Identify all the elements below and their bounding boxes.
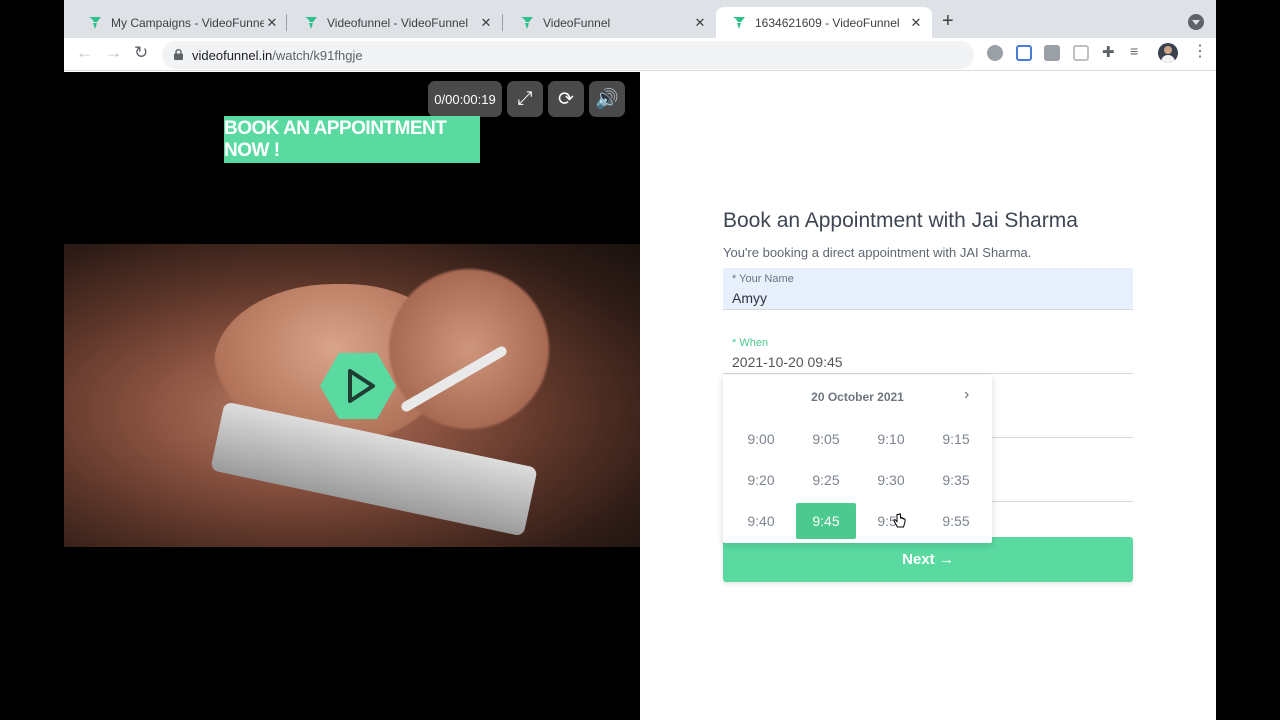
copy-extension-icon[interactable] (1073, 45, 1089, 61)
videofunnel-favicon-icon (521, 16, 533, 29)
when-label: * When (732, 337, 769, 349)
code-extension-icon[interactable] (1044, 45, 1060, 61)
adblock-extension-icon[interactable] (987, 45, 1003, 61)
time-slot[interactable]: 9:30 (861, 462, 921, 498)
media-control-icon[interactable]: ≡ (1130, 43, 1146, 59)
videofunnel-favicon-icon (89, 16, 101, 29)
time-slot[interactable]: 9:40 (731, 503, 791, 539)
tab-title: Videofunnel - VideoFunnel (327, 15, 468, 30)
tab-videofunnel-2[interactable]: VideoFunnel ✕ (504, 7, 716, 38)
tab-title: My Campaigns - VideoFunnel (111, 15, 264, 30)
forward-icon[interactable]: → (105, 43, 122, 63)
form-subtitle: You're booking a direct appointment with… (723, 245, 1032, 260)
tab-separator (502, 14, 503, 31)
book-appointment-cta-button[interactable]: BOOK AN APPOINTMENT NOW ! (224, 116, 480, 163)
browser-toolbar: ← → ↻ videofunnel.in/watch/k91fhgje ☆ ✚ … (64, 38, 1216, 71)
time-slot[interactable]: 9:00 (731, 421, 791, 457)
close-icon[interactable]: ✕ (478, 15, 494, 31)
time-slot-grid: 9:00 9:05 9:10 9:15 9:20 9:25 9:30 9:35 … (731, 421, 986, 539)
time-slot-selected[interactable]: 9:45 (796, 503, 856, 539)
time-slot[interactable]: 9:25 (796, 462, 856, 498)
name-field[interactable]: * Your Name Amyy (723, 268, 1133, 310)
close-icon[interactable]: ✕ (692, 15, 708, 31)
time-slot[interactable]: 9:55 (926, 503, 986, 539)
when-value[interactable]: 2021-10-20 09:45 (732, 354, 843, 370)
hand-cursor-icon (893, 513, 906, 528)
name-value[interactable]: Amyy (732, 290, 767, 306)
picker-date: 20 October 2021 (811, 390, 904, 404)
time-slot[interactable]: 9:20 (731, 462, 791, 498)
lock-icon (174, 49, 183, 60)
time-picker-popup: 20 October 2021 › 9:00 9:05 9:10 9:15 9:… (723, 375, 992, 543)
tab-search-icon[interactable] (1188, 14, 1204, 30)
close-icon[interactable]: ✕ (908, 15, 924, 31)
chevron-right-icon[interactable]: › (964, 386, 969, 404)
new-tab-icon[interactable]: + (942, 11, 954, 31)
tab-videofunnel[interactable]: Videofunnel - VideoFunnel ✕ (288, 7, 502, 38)
reload-icon[interactable]: ↻ (134, 43, 148, 63)
refresh-icon[interactable]: ⟳ (548, 81, 584, 117)
url-path: /watch/k91fhgje (272, 48, 363, 63)
when-field[interactable]: * When 2021-10-20 09:45 (723, 332, 1133, 374)
browser-window: My Campaigns - VideoFunnel ✕ Videofunnel… (64, 0, 1216, 720)
puzzle-extensions-icon[interactable]: ✚ (1102, 43, 1118, 61)
tab-title: VideoFunnel (543, 15, 611, 30)
tab-active-watch[interactable]: 1634621609 - VideoFunnel ✕ (716, 7, 932, 38)
back-icon[interactable]: ← (76, 43, 93, 63)
time-slot[interactable]: 9:15 (926, 421, 986, 457)
menu-kebab-icon[interactable]: ⋮ (1192, 44, 1208, 60)
next-button[interactable]: Next → (723, 537, 1133, 582)
play-icon[interactable] (319, 351, 397, 421)
address-bar[interactable]: videofunnel.in/watch/k91fhgje ☆ (162, 41, 1061, 69)
videofunnel-favicon-icon (305, 16, 317, 29)
time-slot[interactable]: 9:10 (861, 421, 921, 457)
tab-separator (286, 14, 287, 31)
video-time-display: 0/00:00:19 (428, 81, 502, 117)
video-frame[interactable] (64, 244, 640, 547)
time-slot[interactable]: 9:05 (796, 421, 856, 457)
tab-title: 1634621609 - VideoFunnel (755, 15, 900, 30)
form-title: Book an Appointment with Jai Sharma (723, 209, 1078, 232)
close-icon[interactable]: ✕ (264, 15, 280, 31)
profile-avatar[interactable] (1158, 43, 1178, 63)
time-slot[interactable]: 9:35 (926, 462, 986, 498)
volume-icon[interactable]: 🔊 (589, 81, 625, 117)
url-host: videofunnel.in (192, 48, 273, 63)
video-player: 0/00:00:19 ⤢ ⟳ 🔊 BOOK AN APPOINTMENT NOW… (64, 72, 640, 720)
extension-icon[interactable] (1016, 45, 1032, 61)
url-text: videofunnel.in/watch/k91fhgje (192, 48, 363, 63)
time-slot[interactable]: 9:50 (861, 503, 921, 539)
fullscreen-icon[interactable]: ⤢ (507, 81, 543, 117)
tab-strip: My Campaigns - VideoFunnel ✕ Videofunnel… (64, 0, 1216, 38)
tab-my-campaigns[interactable]: My Campaigns - VideoFunnel ✕ (72, 7, 288, 38)
name-label: * Your Name (732, 273, 794, 285)
videofunnel-favicon-icon (733, 16, 745, 29)
